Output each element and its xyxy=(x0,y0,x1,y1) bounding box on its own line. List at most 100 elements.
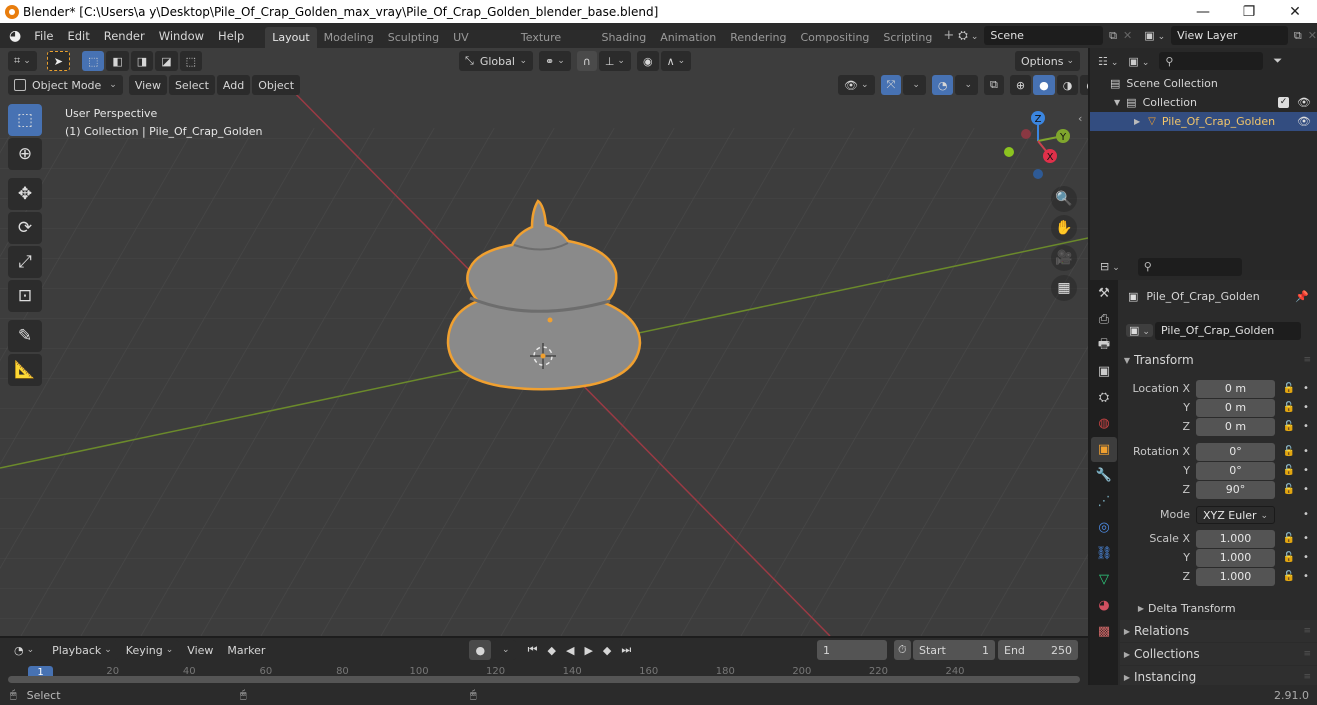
timeline-scrollbar[interactable] xyxy=(8,676,1080,683)
zoom-view-button[interactable]: 🔍 xyxy=(1051,186,1077,212)
expand-arrow-icon[interactable]: ▼ xyxy=(1114,98,1120,107)
keyframe-dot-icon[interactable]: • xyxy=(1299,533,1313,544)
keyframe-dot-icon[interactable]: • xyxy=(1299,421,1313,432)
lock-icon[interactable]: 🔓 xyxy=(1279,402,1299,413)
new-view-layer-icon[interactable]: ⧉ xyxy=(1294,29,1302,43)
collections-panel-header[interactable]: ▶ Collections ≡ xyxy=(1120,643,1317,665)
select-mode-extend-icon[interactable]: ◧ xyxy=(106,51,129,71)
exclude-checkbox[interactable]: ✓ xyxy=(1278,97,1290,108)
drag-handle-icon[interactable]: ≡ xyxy=(1303,626,1311,636)
delete-scene-icon[interactable]: ✕ xyxy=(1123,29,1132,42)
location-y-field[interactable]: 0 m xyxy=(1196,398,1275,417)
add-workspace-button[interactable]: + xyxy=(943,28,954,43)
sidebar-toggle-icon[interactable]: ‹ xyxy=(1078,112,1082,125)
tab-scene[interactable]: ⛭ xyxy=(1091,385,1117,410)
visibility-eye-icon[interactable]: 👁 xyxy=(1297,115,1311,128)
keyframe-dot-icon[interactable]: • xyxy=(1299,509,1313,520)
workspace-tab-modeling[interactable]: Modeling xyxy=(317,27,381,48)
filter-icon[interactable]: ⏷ xyxy=(1273,54,1282,68)
snap-toggle[interactable]: ∩ xyxy=(576,51,597,71)
workspace-tab-shading[interactable]: Shading xyxy=(595,27,654,48)
menu-select[interactable]: Select xyxy=(168,75,215,95)
menu-edit[interactable]: Edit xyxy=(60,29,96,43)
rotation-mode-dropdown[interactable]: XYZ Euler ⌄ xyxy=(1196,505,1275,524)
shading-solid-button[interactable]: ● xyxy=(1033,75,1055,95)
rotate-tool[interactable]: ⟳ xyxy=(8,212,42,244)
rotation-y-field[interactable]: 0° xyxy=(1196,461,1275,480)
select-box-tool[interactable]: ⬚ xyxy=(8,104,42,136)
workspace-tab-uv-editing[interactable]: UV Editing xyxy=(446,27,514,65)
view-layer-selector-icon[interactable]: ▣ ⌄ xyxy=(1144,29,1165,42)
new-scene-icon[interactable]: ⧉ xyxy=(1109,29,1117,43)
tab-object[interactable]: ▣ xyxy=(1091,437,1117,462)
overlays-toggle[interactable]: ◔ xyxy=(931,75,954,95)
delta-transform-subpanel[interactable]: ▶ Delta Transform xyxy=(1120,597,1317,619)
maximize-button[interactable]: ❐ xyxy=(1226,0,1272,23)
pile-of-crap-object[interactable] xyxy=(440,193,650,393)
keyframe-dot-icon[interactable]: • xyxy=(1299,402,1313,413)
outliner-item-collection[interactable]: ▼ ▤ Collection ✓ 👁 xyxy=(1090,93,1317,112)
lock-icon[interactable]: 🔓 xyxy=(1279,421,1299,432)
mode-dropdown[interactable]: Object Mode ⌄ xyxy=(8,75,123,95)
drag-handle-icon[interactable]: ≡ xyxy=(1303,672,1311,682)
gizmo-neg-z[interactable] xyxy=(1033,169,1043,179)
menu-add[interactable]: Add xyxy=(216,75,251,95)
scene-name-field[interactable]: Scene xyxy=(984,26,1104,45)
location-x-field[interactable]: 0 m xyxy=(1196,379,1275,398)
object-visibility-dropdown[interactable]: 👁 ⌄ xyxy=(838,75,875,95)
minimize-button[interactable]: — xyxy=(1180,0,1226,23)
navigation-gizmo[interactable]: Z Y X xyxy=(1000,106,1080,186)
ortho-toggle-button[interactable]: ▦ xyxy=(1051,275,1077,301)
scale-y-field[interactable]: 1.000 xyxy=(1196,548,1275,567)
tab-modifiers[interactable]: 🔧 xyxy=(1091,463,1117,488)
transform-tool[interactable]: ⊡ xyxy=(8,280,42,312)
scale-x-field[interactable]: 1.000 xyxy=(1196,529,1275,548)
tab-tool[interactable]: ⚒ xyxy=(1091,281,1117,306)
lock-icon[interactable]: 🔓 xyxy=(1279,533,1299,544)
relations-panel-header[interactable]: ▶ Relations ≡ xyxy=(1120,620,1317,642)
xray-toggle[interactable]: ⧉ xyxy=(984,75,1004,95)
shading-rendered-button[interactable]: ◐ xyxy=(1080,75,1088,95)
tab-world[interactable]: ◍ xyxy=(1091,411,1117,436)
menu-view[interactable]: View xyxy=(128,75,167,95)
tab-view-layer[interactable]: ▣ xyxy=(1091,359,1117,384)
menu-help[interactable]: Help xyxy=(211,29,251,43)
menu-file[interactable]: File xyxy=(27,29,60,43)
menu-render[interactable]: Render xyxy=(97,29,152,43)
tab-output[interactable]: 🖶 xyxy=(1091,333,1117,358)
rotation-x-field[interactable]: 0° xyxy=(1196,442,1275,461)
workspace-tab-layout[interactable]: Layout xyxy=(265,27,317,48)
workspace-tab-compositing[interactable]: Compositing xyxy=(793,27,876,48)
tab-constraints[interactable]: ⛓ xyxy=(1091,541,1117,566)
overlays-dropdown[interactable]: ⌄ xyxy=(955,75,979,95)
workspace-tab-sculpting[interactable]: Sculpting xyxy=(381,27,446,48)
outliner-item-scene-collection[interactable]: ▤ Scene Collection xyxy=(1090,74,1317,93)
keyframe-dot-icon[interactable]: • xyxy=(1299,446,1313,457)
annotate-tool[interactable]: ✎ xyxy=(8,320,42,352)
close-button[interactable]: ✕ xyxy=(1272,0,1317,23)
lock-icon[interactable]: 🔓 xyxy=(1279,571,1299,582)
gizmo-toggle[interactable]: ⤧ xyxy=(880,75,902,95)
transform-orientation-dropdown[interactable]: ⤡ Global ⌄ xyxy=(459,51,533,71)
scale-tool[interactable]: ⤢ xyxy=(8,246,42,278)
keyframe-dot-icon[interactable]: • xyxy=(1299,465,1313,476)
proportional-editing-toggle[interactable]: ◉ xyxy=(636,51,659,71)
object-type-dropdown[interactable]: ▣ ⌄ xyxy=(1126,324,1153,337)
tab-material[interactable]: ◕ xyxy=(1091,593,1117,618)
move-tool[interactable]: ✥ xyxy=(8,178,42,210)
keyframe-dot-icon[interactable]: • xyxy=(1299,484,1313,495)
menu-object[interactable]: Object xyxy=(252,75,301,95)
select-mode-invert-icon[interactable]: ◪ xyxy=(155,51,178,71)
view-layer-filter-dropdown[interactable]: ▣ ⌄ xyxy=(1128,55,1149,68)
camera-view-button[interactable]: 🎥 xyxy=(1051,245,1077,271)
location-z-field[interactable]: 0 m xyxy=(1196,417,1275,436)
lock-icon[interactable]: 🔓 xyxy=(1279,446,1299,457)
workspace-tab-texture-paint[interactable]: Texture Paint xyxy=(514,27,595,65)
options-dropdown[interactable]: Options ⌄ xyxy=(1015,51,1080,71)
scale-z-field[interactable]: 1.000 xyxy=(1196,567,1275,586)
tab-render[interactable]: ⎙ xyxy=(1091,307,1117,332)
visibility-eye-icon[interactable]: 👁 xyxy=(1297,96,1311,109)
proportional-falloff-dropdown[interactable]: ∧ ⌄ xyxy=(660,51,692,71)
select-tool-icon[interactable]: ➤ xyxy=(46,51,70,71)
3d-viewport[interactable]: ⌗ ⌄ ➤ ⬚ ◧ ◨ ◪ ⬚ ⤡ Global ⌄ ⚭ ⌄ ∩ ⊥ ⌄ ◉ ∧ ⌄ Opt… xyxy=(0,48,1088,636)
